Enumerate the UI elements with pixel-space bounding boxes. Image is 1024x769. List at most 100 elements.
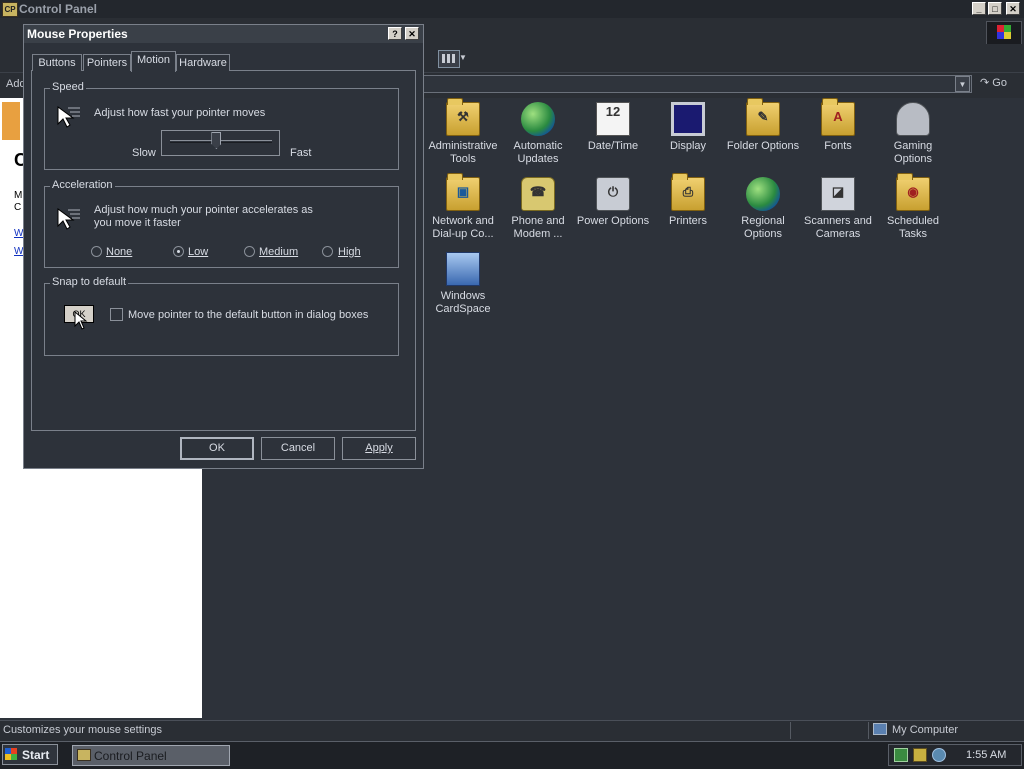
phone-modem-item[interactable]: ☎ Phone and Modem ... — [500, 177, 576, 241]
item-label: Date/Time — [587, 140, 639, 152]
network-tray-icon[interactable] — [894, 748, 908, 762]
acceleration-medium-radio[interactable] — [244, 246, 255, 257]
speed-description: Adjust how fast your pointer moves — [94, 107, 266, 119]
item-label: Regional Options — [741, 215, 785, 240]
snap-to-default-checkbox[interactable] — [110, 308, 123, 321]
pointer-speed-icon — [56, 104, 82, 130]
fonts-icon: A — [821, 98, 855, 136]
item-label: Scanners and Cameras — [804, 215, 872, 240]
apply-button[interactable]: Apply — [342, 437, 416, 460]
snap-group-title: Snap to default — [50, 276, 129, 288]
scheduled-tasks-icon: ◉ — [896, 173, 930, 211]
printers-icon: ⎙ — [671, 173, 705, 211]
automatic-updates-icon — [521, 102, 555, 136]
item-label: Automatic Updates — [513, 140, 563, 165]
tab-buttons[interactable]: Buttons — [32, 54, 82, 71]
item-label: Windows CardSpace — [435, 290, 491, 315]
address-input[interactable] — [420, 75, 972, 93]
help-button[interactable]: ? — [388, 27, 402, 40]
date-time-item[interactable]: 12 Date/Time — [575, 102, 651, 153]
ok-button[interactable]: OK — [180, 437, 254, 460]
folder-options-item[interactable]: ✎ Folder Options — [725, 98, 801, 153]
restore-button[interactable]: □ — [988, 2, 1002, 15]
acceleration-description-continued: you move it faster — [94, 217, 181, 229]
views-icon[interactable] — [438, 50, 460, 68]
printers-item[interactable]: ⎙ Printers — [650, 173, 726, 228]
close-button[interactable]: ✕ — [1006, 2, 1020, 15]
acceleration-medium-label[interactable]: Medium — [259, 246, 298, 258]
dialog-close-button[interactable]: ✕ — [405, 27, 419, 40]
my-computer-icon — [873, 723, 887, 735]
minimize-button[interactable]: _ — [972, 2, 986, 15]
go-label: Go — [992, 77, 1007, 89]
main-title-bar: CP Control Panel _ □ ✕ — [0, 0, 1024, 18]
power-options-icon: ⏻ — [596, 177, 630, 211]
display-item[interactable]: Display — [650, 102, 726, 153]
start-label: Start — [22, 748, 50, 762]
item-label: Gaming Options — [893, 140, 933, 165]
scanners-cameras-icon: ◪ — [821, 177, 855, 211]
gaming-options-item[interactable]: Gaming Options — [875, 102, 951, 166]
item-label: Network and Dial-up Co... — [432, 215, 494, 240]
item-label: Phone and Modem ... — [511, 215, 565, 240]
cancel-button[interactable]: Cancel — [261, 437, 335, 460]
acceleration-low-radio[interactable] — [173, 246, 184, 257]
snap-pointer-icon — [74, 311, 100, 337]
control-panel-task-icon — [77, 749, 91, 761]
automatic-updates-item[interactable]: Automatic Updates — [500, 102, 576, 166]
scanners-cameras-item[interactable]: ◪ Scanners and Cameras — [800, 177, 876, 241]
slow-label: Slow — [132, 147, 156, 159]
status-text: Customizes your mouse settings — [3, 724, 162, 736]
speed-group — [44, 88, 399, 170]
volume-tray-icon[interactable] — [932, 748, 946, 762]
item-label: Folder Options — [726, 140, 800, 152]
item-label: Printers — [669, 215, 707, 227]
control-panel-app-icon: CP — [2, 2, 18, 17]
left-panel-text-1: M — [14, 190, 23, 201]
item-label: Power Options — [576, 215, 650, 227]
security-tray-icon[interactable] — [913, 748, 927, 762]
network-item[interactable]: ▣ Network and Dial-up Co... — [425, 173, 501, 241]
display-icon — [671, 102, 705, 136]
windows-flag-bottom-icon — [997, 32, 1011, 39]
regional-options-item[interactable]: Regional Options — [725, 177, 801, 241]
administrative-tools-item[interactable]: ⚒ Administrative Tools — [425, 98, 501, 166]
item-label: Administrative Tools — [428, 140, 498, 165]
go-button[interactable]: ↷ Go — [980, 76, 1007, 89]
taskbar-item-label: Control Panel — [94, 749, 167, 763]
active-tab-joiner — [132, 69, 175, 72]
gaming-options-icon — [896, 102, 930, 136]
date-time-icon: 12 — [596, 102, 630, 136]
acceleration-high-radio[interactable] — [322, 246, 333, 257]
network-icon: ▣ — [446, 173, 480, 211]
acceleration-group-title: Acceleration — [50, 179, 115, 191]
windows-logo-icon — [986, 21, 1022, 45]
acceleration-high-label[interactable]: High — [338, 246, 361, 258]
phone-modem-icon: ☎ — [521, 177, 555, 211]
dialog-title: Mouse Properties — [27, 27, 128, 41]
control-panel-banner-icon — [2, 102, 20, 140]
acceleration-none-label[interactable]: None — [106, 246, 132, 258]
acceleration-description: Adjust how much your pointer accelerates… — [94, 204, 313, 216]
windows-cardspace-icon — [446, 252, 480, 286]
address-dropdown-button[interactable]: ▼ — [955, 76, 970, 92]
item-label: Fonts — [824, 140, 852, 152]
views-dropdown-arrow-icon[interactable]: ▼ — [459, 53, 467, 62]
fonts-item[interactable]: A Fonts — [800, 98, 876, 153]
tab-hardware[interactable]: Hardware — [176, 54, 230, 71]
power-options-item[interactable]: ⏻ Power Options — [575, 177, 651, 228]
item-label: Display — [669, 140, 707, 152]
folder-options-icon: ✎ — [746, 98, 780, 136]
acceleration-none-radio[interactable] — [91, 246, 102, 257]
regional-options-icon — [746, 177, 780, 211]
administrative-tools-icon: ⚒ — [446, 98, 480, 136]
windows-start-icon — [5, 748, 17, 760]
snap-to-default-label[interactable]: Move pointer to the default button in di… — [128, 309, 368, 321]
tab-pointers[interactable]: Pointers — [83, 54, 131, 71]
taskbar-clock[interactable]: 1:55 AM — [966, 749, 1006, 761]
left-panel-text-2: C — [14, 202, 22, 213]
scheduled-tasks-item[interactable]: ◉ Scheduled Tasks — [875, 173, 951, 241]
acceleration-low-label[interactable]: Low — [188, 246, 208, 258]
windows-cardspace-item[interactable]: Windows CardSpace — [425, 252, 501, 316]
status-divider — [790, 722, 791, 739]
